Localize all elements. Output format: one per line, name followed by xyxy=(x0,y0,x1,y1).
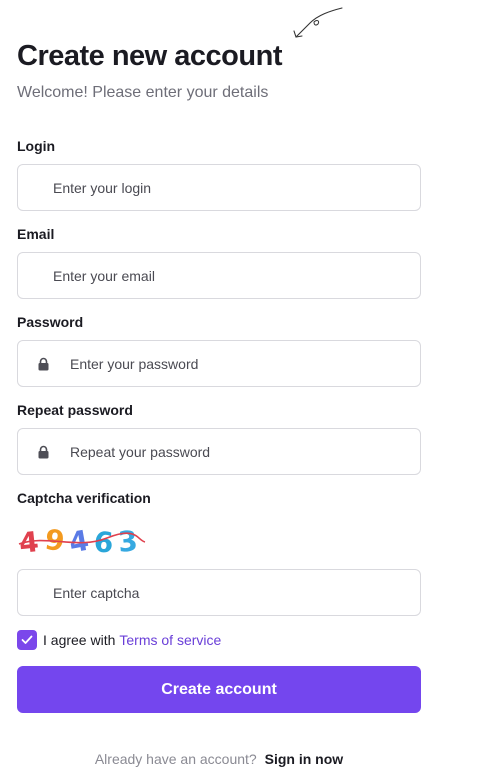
captcha-image: 4 9 4 6 3 xyxy=(17,523,146,560)
email-label: Email xyxy=(17,226,55,242)
svg-text:6: 6 xyxy=(93,525,115,559)
signin-prompt: Already have an account? Sign in now xyxy=(0,751,438,767)
captcha-placeholder: Enter captcha xyxy=(53,584,140,601)
terms-agreement: I agree with Terms of service xyxy=(17,630,221,650)
password-field[interactable]: Enter your password xyxy=(17,340,421,387)
repeat-password-label: Repeat password xyxy=(17,402,133,418)
create-account-button[interactable]: Create account xyxy=(17,666,421,713)
repeat-password-placeholder: Repeat your password xyxy=(70,443,211,460)
login-placeholder: Enter your login xyxy=(53,179,152,196)
terms-of-service-link[interactable]: Terms of service xyxy=(119,632,221,648)
terms-checkbox[interactable] xyxy=(17,630,37,650)
signup-page: Create new account Welcome! Please enter… xyxy=(0,0,485,779)
terms-text: I agree with xyxy=(43,632,116,648)
email-placeholder: Enter your email xyxy=(53,267,155,284)
checkmark-icon xyxy=(21,635,33,644)
svg-text:4: 4 xyxy=(17,525,40,560)
password-label: Password xyxy=(17,314,84,330)
sign-in-link[interactable]: Sign in now xyxy=(265,751,344,767)
svg-text:3: 3 xyxy=(117,524,139,559)
arrow-doodle-icon xyxy=(293,7,343,38)
captcha-field[interactable]: Enter captcha xyxy=(17,569,421,616)
lock-icon xyxy=(38,357,49,370)
email-field[interactable]: Enter your email xyxy=(17,252,421,299)
login-field[interactable]: Enter your login xyxy=(17,164,421,211)
page-title: Create new account xyxy=(17,40,282,72)
signin-prompt-text: Already have an account? xyxy=(94,751,257,767)
captcha-label: Captcha verification xyxy=(17,490,151,506)
repeat-password-field[interactable]: Repeat your password xyxy=(17,428,421,475)
page-subtitle: Welcome! Please enter your details xyxy=(17,84,269,101)
login-label: Login xyxy=(17,138,56,154)
password-placeholder: Enter your password xyxy=(70,355,199,372)
lock-icon xyxy=(38,445,49,458)
